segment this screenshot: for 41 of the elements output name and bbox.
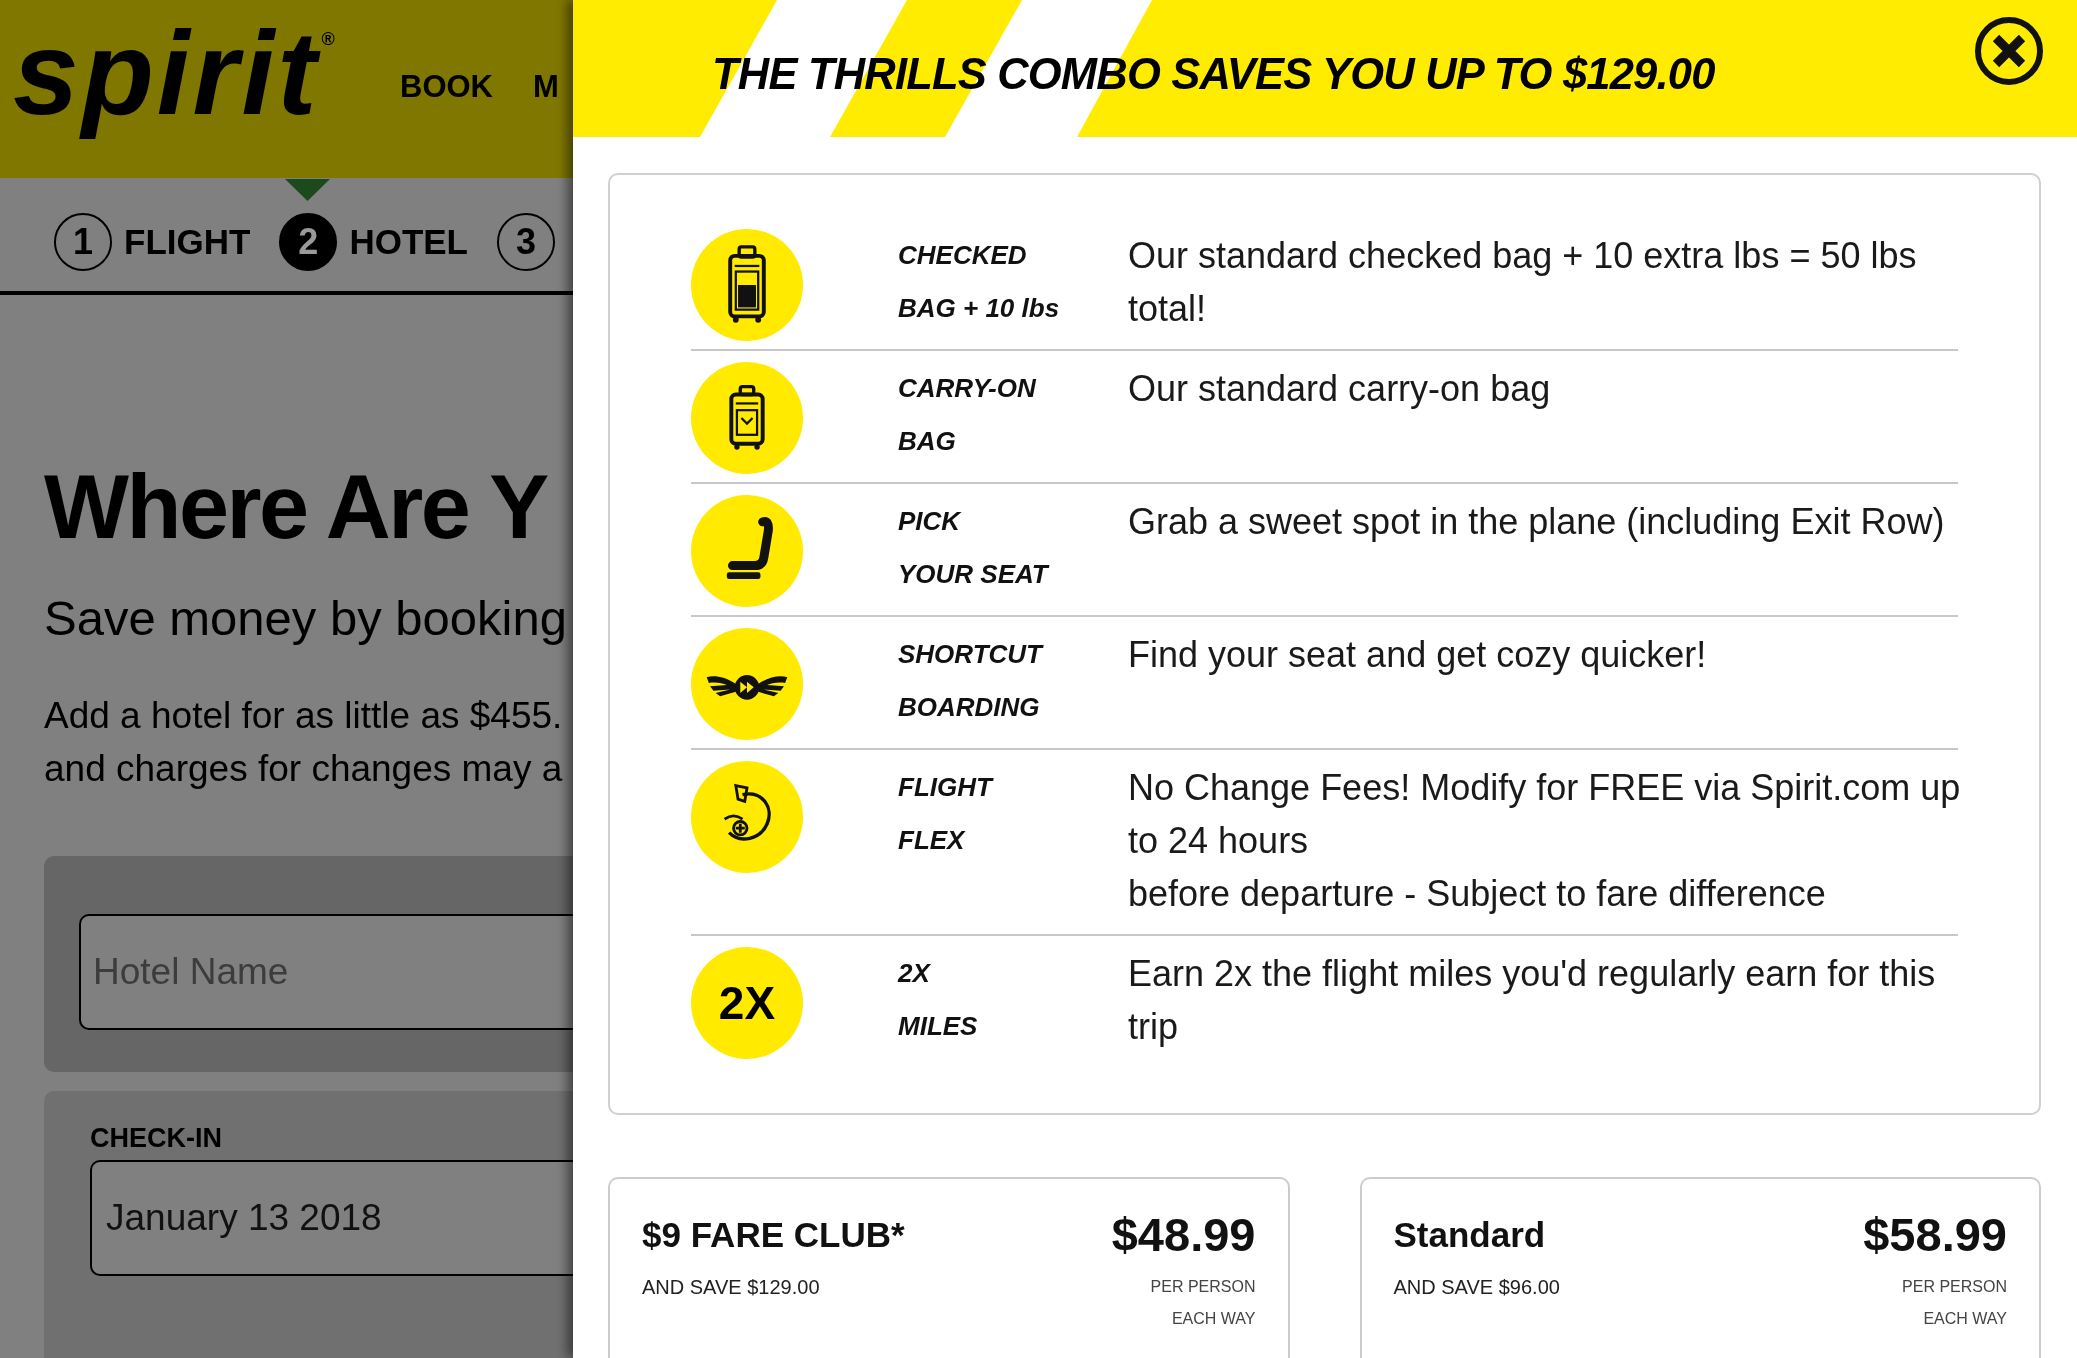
fare-price-note: PER PERSON EACH WAY [1149, 1277, 1256, 1329]
suitcase-icon [691, 229, 803, 341]
benefit-title: 2X MILES [898, 957, 979, 1043]
miles-badge: 2X [691, 947, 803, 1059]
benefit-title: PICK YOUR SEAT [898, 505, 1051, 591]
benefit-title: CARRY-ON BAG [898, 372, 1037, 458]
fare-name: Standard [1393, 1214, 1547, 1256]
benefit-title: FLIGHT FLEX [898, 771, 995, 857]
nav-link[interactable]: M [533, 68, 559, 106]
check-in-label: CHECK-IN [90, 1122, 223, 1154]
page-heading: Where Are Y [44, 457, 549, 557]
hotel-name-field[interactable]: Hotel Name [79, 914, 573, 1030]
suitcase-icon [691, 362, 803, 474]
triangle-marker-icon [285, 178, 331, 201]
check-in-field[interactable]: January 13 2018 [90, 1160, 573, 1276]
close-icon [1974, 16, 2044, 86]
benefit-title: SHORTCUT BOARDING [898, 638, 1045, 724]
progress-step[interactable]: 2 HOTEL [279, 212, 468, 271]
fare-price: $48.99 [1111, 1214, 1256, 1256]
logo[interactable]: spirit$^{®}$ [8, 0, 352, 148]
fare-price: $58.99 [1863, 1214, 2007, 1256]
step-number[interactable]: 3 [497, 212, 555, 271]
intro-text: Add a hotel for as little as $455. and charges for changes may a [44, 694, 564, 791]
fare-savings: AND SAVE $129.00 [642, 1275, 821, 1299]
benefit-description: Our standard carry-on bag [1128, 367, 1552, 411]
page-subheading: Save money by booking [44, 590, 568, 646]
fare-savings: AND SAVE $96.00 [1393, 1275, 1560, 1299]
step-number: 1 [54, 212, 112, 271]
fare-name: $9 FARE CLUB* [642, 1214, 905, 1256]
benefit-description: Our standard checked bag + 10 extra lbs = 50 lbs total! [1128, 234, 1918, 331]
winged-badge-icon [691, 628, 803, 740]
close-button[interactable] [1974, 16, 2044, 86]
benefit-description: No Change Fees! Modify for FREE via Spirit.com up to 24 hours before departure - Subject to fare difference [1128, 766, 1962, 916]
seat-icon [691, 495, 803, 607]
benefit-description: Earn 2x the flight miles you'd regularly earn for this trip [1128, 952, 1937, 1049]
nav-link[interactable]: BOOK [400, 68, 493, 106]
progress-step[interactable]: 1 FLIGHT [54, 212, 251, 271]
fare-price-note: PER PERSON EACH WAY [1901, 1277, 2007, 1329]
benefit-title: CHECKED BAG + 10 lbs [898, 239, 1061, 325]
benefit-description: Grab a sweet spot in the plane (including Exit Row) [1128, 500, 1946, 544]
benefit-description: Find your seat and get cozy quicker! [1128, 633, 1708, 677]
